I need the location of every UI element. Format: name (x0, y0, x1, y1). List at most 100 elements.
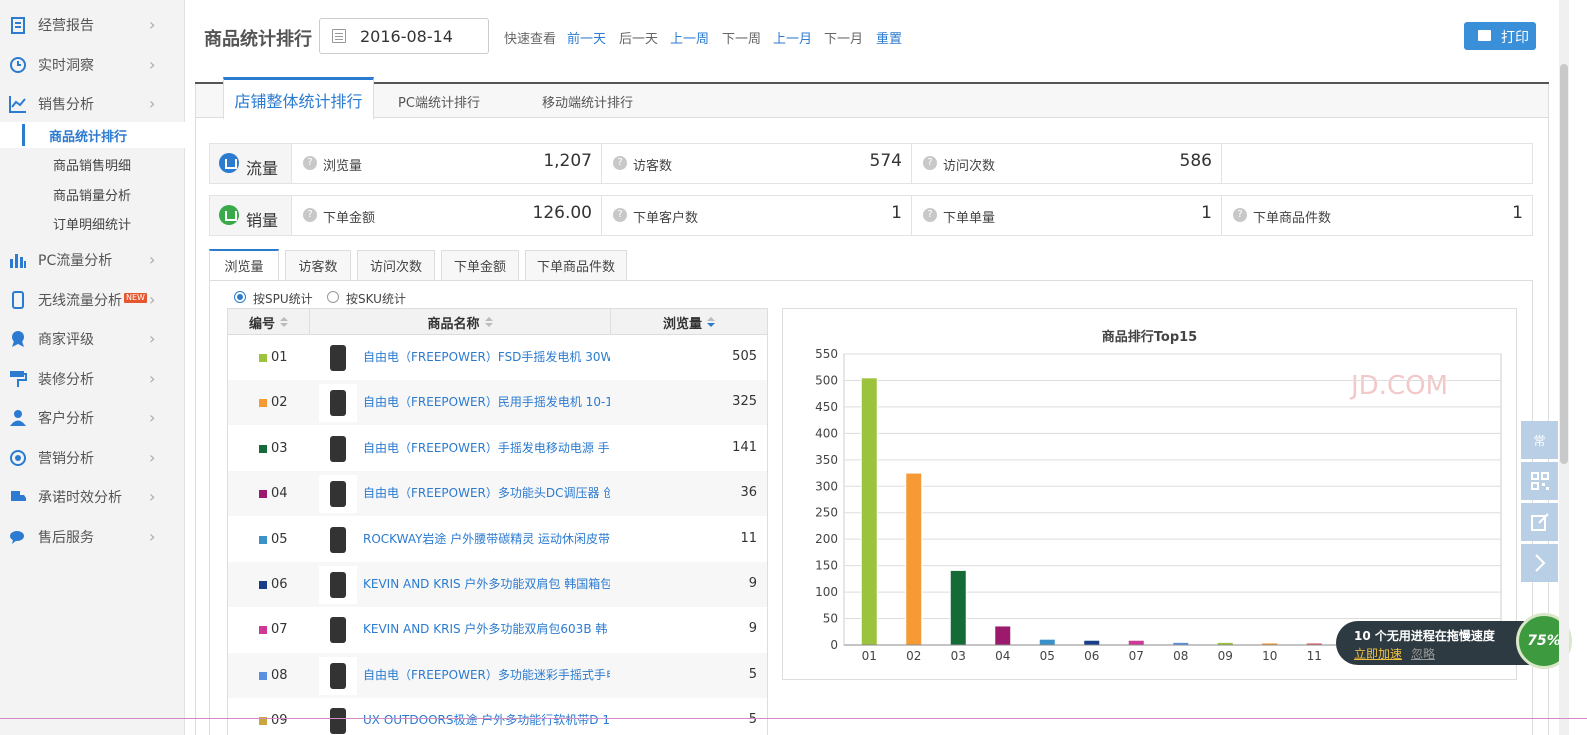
chevron-right-icon: › (149, 487, 156, 506)
stat-value: 1 (891, 203, 902, 223)
radio-spu[interactable] (234, 291, 246, 303)
table-row[interactable]: 08 自由电（FREEPOWER）多功能迷彩手摇式手电 5 (228, 652, 767, 698)
qr-code-icon[interactable] (1521, 462, 1558, 500)
sidebar-subitem-product-ranking[interactable]: 商品统计排行 (0, 122, 185, 148)
sidebar-item-mobile-traffic[interactable]: 无线流量分析 NEW › (0, 285, 185, 315)
sidebar-item-merchant-rating[interactable]: 商家评级 › (0, 324, 185, 354)
table-row[interactable]: 09 UX OUTDOORS极途 户外多功能行软机带D 1 5 (228, 698, 767, 735)
subtab-page-views[interactable]: 浏览量 (209, 249, 279, 280)
prev-day-link[interactable]: 前一天 (567, 28, 606, 47)
product-name-link[interactable]: 自由电（FREEPOWER）多功能头DC调压器 创 (363, 484, 610, 501)
help-icon[interactable]: ? (613, 208, 627, 222)
help-icon[interactable]: ? (303, 156, 317, 170)
new-badge: NEW (124, 293, 147, 303)
sidebar-item-decoration[interactable]: 装修分析 › (0, 364, 185, 394)
sidebar-item-delivery[interactable]: 承诺时效分析 › (0, 482, 185, 512)
vertical-scrollbar[interactable] (1559, 0, 1569, 735)
product-name-link[interactable]: ROCKWAY岩途 户外腰带碳精灵 运动休闲皮带 (363, 530, 610, 547)
product-thumbnail[interactable] (319, 339, 357, 377)
product-name-link[interactable]: 自由电（FREEPOWER）多功能迷彩手摇式手电 (363, 666, 610, 683)
table-row[interactable]: 04 自由电（FREEPOWER）多功能头DC调压器 创 36 (228, 471, 767, 517)
product-thumbnail[interactable] (319, 611, 357, 650)
product-name-link[interactable]: KEVIN AND KRIS 户外多功能双肩包 韩国箱包 (363, 575, 610, 592)
column-header-product-name[interactable]: 商品名称 (310, 309, 611, 335)
product-name-link[interactable]: 自由电（FREEPOWER）民用手摇发电机 10-1 (363, 393, 610, 410)
product-name-link[interactable]: 自由电（FREEPOWER）手摇发电移动电源 手 (363, 439, 610, 456)
tab-store-overall[interactable]: 店铺整体统计排行 (223, 77, 374, 119)
prev-week-link[interactable]: 上一周 (670, 28, 709, 47)
calendar-icon (332, 29, 346, 43)
x-tick-label: 10 (1262, 649, 1277, 663)
product-thumbnail[interactable] (319, 566, 357, 604)
scrollbar-thumb[interactable] (1560, 64, 1568, 464)
paint-roller-icon (9, 370, 27, 388)
column-header-number[interactable]: 编号 (228, 309, 310, 335)
column-header-page-views[interactable]: 浏览量 (611, 309, 767, 335)
float-button-common[interactable]: 常 (1521, 421, 1558, 459)
product-thumbnail[interactable] (319, 384, 357, 423)
tab-mobile[interactable]: 移动端统计排行 (520, 84, 655, 118)
sidebar-item-marketing[interactable]: 营销分析 › (0, 443, 185, 473)
chevron-right-icon: › (149, 527, 156, 546)
help-icon[interactable]: ? (613, 156, 627, 170)
product-name-link[interactable]: 自由电（FREEPOWER）FSD手摇发电机 30W (363, 348, 610, 365)
date-picker[interactable]: 2016-08-14 (319, 18, 489, 54)
print-button[interactable]: 打印 (1464, 22, 1536, 50)
product-thumbnail[interactable] (319, 656, 357, 695)
subtab-visits[interactable]: 访问次数 (357, 250, 435, 280)
next-month-link[interactable]: 下一月 (824, 28, 863, 47)
sidebar-item-customer[interactable]: 客户分析 › (0, 403, 185, 433)
bar-03 (949, 569, 967, 646)
sidebar-item-after-sales[interactable]: 售后服务 › (0, 522, 185, 552)
product-thumbnail[interactable] (319, 429, 357, 468)
row-number: 04 (271, 486, 288, 502)
help-icon[interactable]: ? (303, 208, 317, 222)
y-tick-label: 200 (815, 532, 838, 546)
next-day-link[interactable]: 后一天 (619, 28, 658, 47)
table-row[interactable]: 03 自由电（FREEPOWER）手摇发电移动电源 手 141 (228, 426, 767, 471)
table-row[interactable]: 06 KEVIN AND KRIS 户外多功能双肩包 韩国箱包 9 (228, 562, 767, 607)
reset-link[interactable]: 重置 (876, 28, 902, 47)
chevron-right-icon: › (149, 448, 156, 467)
page-view-value: 325 (732, 394, 757, 410)
sidebar-subitem-sales-volume[interactable]: 商品销量分析 (0, 181, 185, 207)
prev-month-link[interactable]: 上一月 (773, 28, 812, 47)
row-number: 09 (271, 713, 288, 729)
page-view-value: 9 (748, 621, 757, 637)
bar-07 (1127, 639, 1145, 646)
tab-pc[interactable]: PC端统计排行 (374, 84, 504, 118)
product-name-link[interactable]: KEVIN AND KRIS 户外多功能双肩包603B 韩 (363, 620, 610, 637)
ignore-link[interactable]: 忽略 (1411, 645, 1435, 662)
subtab-order-amount[interactable]: 下单金额 (441, 250, 519, 280)
radio-sku[interactable] (327, 291, 339, 303)
next-week-link[interactable]: 下一周 (722, 28, 761, 47)
sidebar-item-pc-traffic[interactable]: PC流量分析 › (0, 245, 185, 275)
edit-icon[interactable] (1521, 503, 1558, 541)
table-row[interactable]: 02 自由电（FREEPOWER）民用手摇发电机 10-1 325 (228, 380, 767, 426)
sidebar-item-sales-analysis[interactable]: 销售分析 › (0, 89, 185, 119)
speedup-link[interactable]: 立即加速 (1354, 645, 1402, 662)
sidebar-item-realtime[interactable]: 实时洞察 › (0, 50, 185, 80)
subtab-visitors[interactable]: 访客数 (285, 250, 351, 280)
product-thumbnail[interactable] (319, 475, 357, 514)
table-row[interactable]: 05 ROCKWAY岩途 户外腰带碳精灵 运动休闲皮带 11 (228, 517, 767, 562)
stat-label: 访客数 (633, 159, 673, 174)
subtab-order-items[interactable]: 下单商品件数 (525, 250, 627, 280)
help-icon[interactable]: ? (923, 208, 937, 222)
table-row[interactable]: 01 自由电（FREEPOWER）FSD手摇发电机 30W 505 (228, 335, 767, 380)
sidebar-item-business-report[interactable]: 经营报告 › (0, 10, 185, 40)
chevron-down-icon: › (149, 94, 156, 113)
product-thumbnail[interactable] (319, 520, 357, 559)
stat-value: 574 (869, 151, 902, 171)
stat-order-amount: ? 下单金额 126.00 (292, 196, 602, 235)
help-icon[interactable]: ? (923, 156, 937, 170)
y-tick-label: 450 (815, 400, 838, 414)
product-name-link[interactable]: UX OUTDOORS极途 户外多功能行软机带D 1 (363, 711, 610, 728)
sidebar-item-label: 客户分析 (38, 411, 94, 427)
sidebar-subitem-order-detail[interactable]: 订单明细统计 (0, 210, 185, 236)
help-icon[interactable]: ? (1233, 208, 1247, 222)
x-tick-label: 04 (995, 649, 1010, 663)
sidebar-subitem-sales-detail[interactable]: 商品销售明细 (0, 151, 185, 177)
chevron-right-icon[interactable] (1521, 544, 1558, 582)
table-row[interactable]: 07 KEVIN AND KRIS 户外多功能双肩包603B 韩 9 (228, 607, 767, 652)
